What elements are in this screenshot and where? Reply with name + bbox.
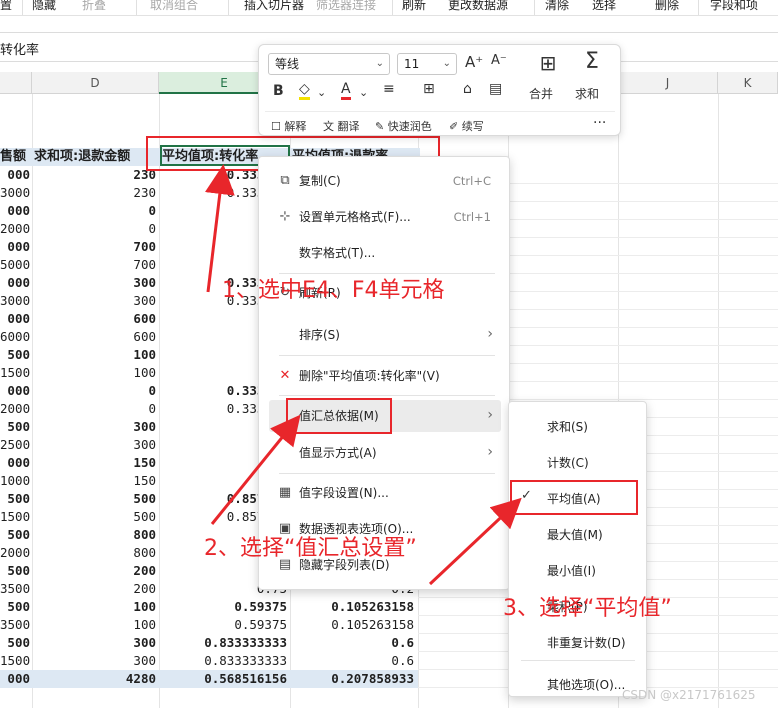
annotation-step3: 3、选择“平均值” [503,596,672,621]
annotation-step1: 1、选中E4、F4单元格 [222,278,445,303]
annotation-step2: 2、选择“值汇总设置” [204,536,417,561]
watermark: CSDN @x2171761625 [622,688,756,702]
